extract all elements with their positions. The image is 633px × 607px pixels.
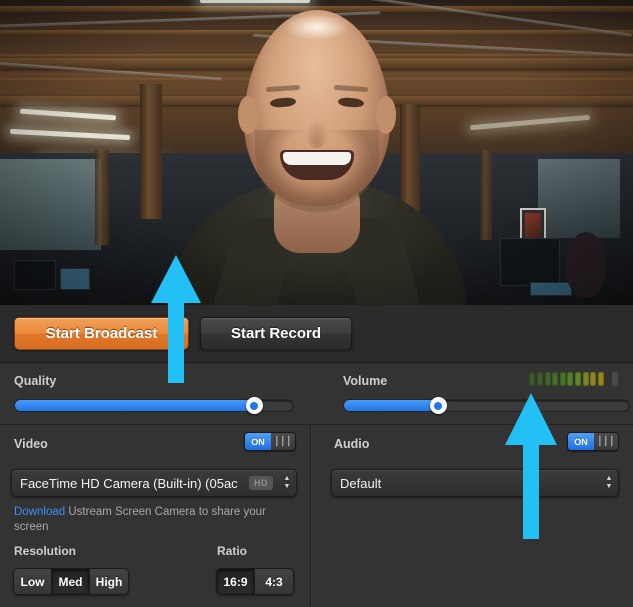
volume-label: Volume: [343, 374, 388, 388]
video-on-off-toggle[interactable]: ON ┃┃┃: [244, 432, 296, 451]
volume-meter-segment: [552, 372, 559, 386]
screen-camera-hint: Download Ustream Screen Camera to share …: [14, 505, 276, 535]
volume-slider-track[interactable]: [343, 397, 630, 414]
volume-meter-peak-segment: [612, 372, 618, 386]
resolution-option-low[interactable]: Low: [14, 569, 52, 594]
volume-meter-segment: [575, 372, 582, 386]
video-settings-panel: Video ON ┃┃┃ FaceTime HD Camera (Built-i…: [0, 425, 310, 607]
quality-control-group: Quality: [0, 363, 315, 425]
volume-meter-segment: [597, 372, 604, 386]
device-settings-panels: Video ON ┃┃┃ FaceTime HD Camera (Built-i…: [0, 425, 633, 607]
volume-meter-segment: [529, 372, 536, 386]
start-record-label: Start Record: [230, 325, 322, 342]
video-toggle-on-label: ON: [245, 433, 271, 450]
quality-slider-track[interactable]: [14, 397, 294, 414]
ratio-label: Ratio: [217, 544, 247, 558]
volume-meter-segment: [567, 372, 574, 386]
panel-divider: [310, 425, 312, 607]
volume-meter-segment: [544, 372, 551, 386]
stepper-up-down-icon[interactable]: ▲ ▼: [278, 470, 296, 496]
ustream-producer-window: Start Broadcast Start Record Quality Vol…: [0, 0, 633, 607]
audio-on-off-toggle[interactable]: ON ┃┃┃: [567, 432, 619, 451]
video-panel-title: Video: [14, 437, 48, 451]
volume-meter-segment: [559, 372, 566, 386]
quality-slider-handle[interactable]: [245, 397, 263, 414]
audio-settings-panel: Audio ON ┃┃┃ Default ▲ ▼: [320, 425, 633, 607]
quality-label: Quality: [14, 374, 57, 388]
ratio-option-16-9[interactable]: 16:9: [217, 569, 255, 594]
audio-toggle-on-label: ON: [568, 433, 594, 450]
volume-meter-segment: [590, 372, 597, 386]
preview-vignette: [0, 0, 633, 305]
audio-panel-title: Audio: [334, 437, 370, 451]
resolution-label: Resolution: [14, 544, 76, 558]
pause-bars-icon: ┃┃┃: [594, 433, 618, 450]
volume-level-meter: [529, 372, 618, 386]
resolution-option-high[interactable]: High: [90, 569, 128, 594]
ratio-segmented-control[interactable]: 16:9 4:3: [216, 568, 294, 595]
volume-meter-segment: [582, 372, 589, 386]
audio-device-value: Default: [340, 475, 382, 491]
resolution-option-med[interactable]: Med: [52, 569, 90, 594]
hd-badge: HD: [249, 476, 273, 490]
audio-device-select[interactable]: Default ▲ ▼: [331, 469, 619, 497]
slider-row: Quality Volume: [0, 363, 633, 425]
start-broadcast-button[interactable]: Start Broadcast: [14, 317, 189, 350]
video-device-select[interactable]: FaceTime HD Camera (Built-in) (05ac HD ▲…: [11, 469, 297, 497]
webcam-preview[interactable]: [0, 0, 633, 305]
stepper-up-down-icon[interactable]: ▲ ▼: [600, 470, 618, 496]
download-link[interactable]: Download: [14, 506, 65, 518]
start-broadcast-label: Start Broadcast: [45, 325, 158, 342]
volume-control-group: Volume: [329, 363, 633, 425]
pause-bars-icon: ┃┃┃: [271, 433, 295, 450]
quality-slider-fill: [15, 400, 255, 411]
broadcast-controls-bar: Start Broadcast Start Record: [0, 305, 633, 363]
start-record-button[interactable]: Start Record: [200, 317, 352, 350]
preview-scene: [0, 0, 633, 305]
volume-slider-handle[interactable]: [429, 397, 447, 414]
resolution-segmented-control[interactable]: Low Med High: [13, 568, 129, 595]
ratio-option-4-3[interactable]: 4:3: [255, 569, 293, 594]
volume-slider-fill: [344, 400, 439, 411]
video-device-value: FaceTime HD Camera (Built-in) (05ac: [20, 475, 238, 491]
volume-meter-segment: [537, 372, 544, 386]
